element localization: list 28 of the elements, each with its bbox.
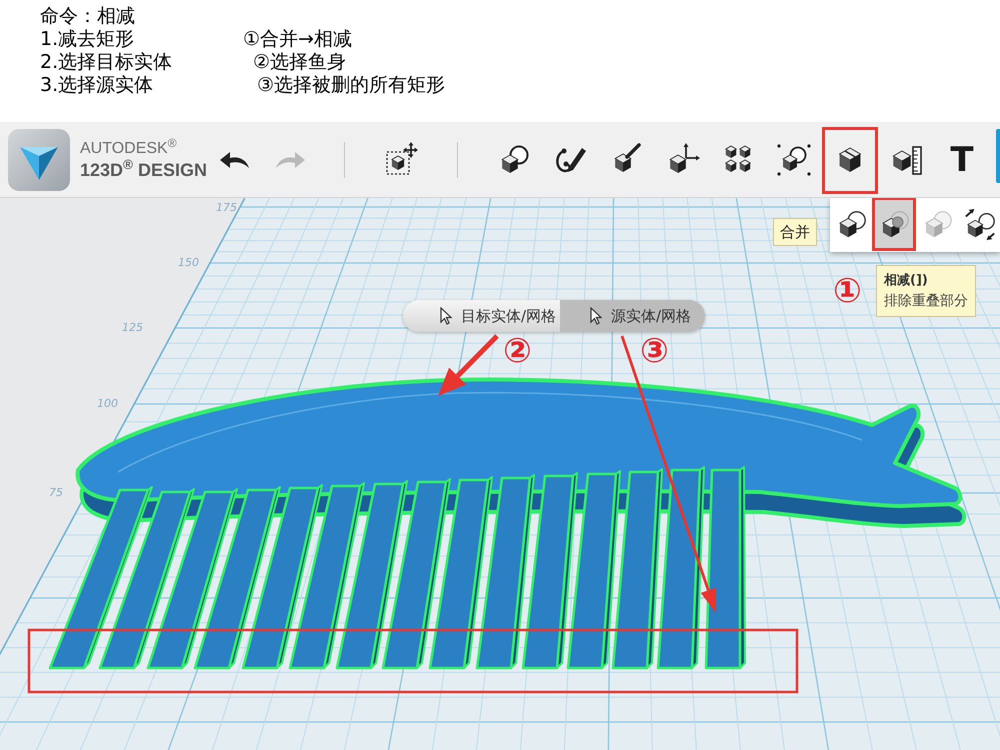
axis-label: 175 [216, 201, 237, 215]
step-number: ② [503, 334, 532, 368]
app-logo-icon [8, 128, 70, 190]
axis-label: 75 [49, 486, 63, 500]
pointer-arrow [438, 334, 499, 396]
selection-step-tab[interactable]: 目标实体/网格 [403, 300, 560, 332]
cube-sphere-arrows-icon [963, 208, 997, 242]
brand-name: AUTODESK$^{®}$ [80, 138, 177, 158]
axis-label: 125 [122, 321, 143, 335]
instruction-note: ②选择鱼身 [253, 51, 346, 74]
instruction-step: 1.减去矩形 [40, 28, 134, 50]
instruction-note: ③选择被删的所有矩形 [257, 74, 446, 97]
text-tool-button[interactable]: T [940, 132, 984, 186]
step-number: ① [833, 274, 862, 308]
cursor-icon [590, 307, 602, 325]
instruction-step: 3.选择源实体 [40, 74, 154, 96]
instruction-title: 命令：相减 [40, 5, 135, 28]
tooltip-text: 排除重叠部分 [884, 292, 968, 311]
tooltip-title: 相减(]) [884, 272, 928, 290]
instruction-note: ①合并→相减 [243, 28, 352, 51]
axis-label: 150 [178, 256, 199, 270]
selection-step-tab[interactable]: 源实体/网格 [560, 300, 705, 332]
axis-label: 100 [97, 397, 118, 411]
instruction-step: 2.选择目标实体 [40, 51, 172, 73]
step-number: ③ [640, 334, 669, 368]
cursor-icon [440, 307, 452, 325]
product-name: 123D$^{®}$ DESIGN [80, 158, 207, 180]
tooltip: 合并 [773, 218, 817, 246]
